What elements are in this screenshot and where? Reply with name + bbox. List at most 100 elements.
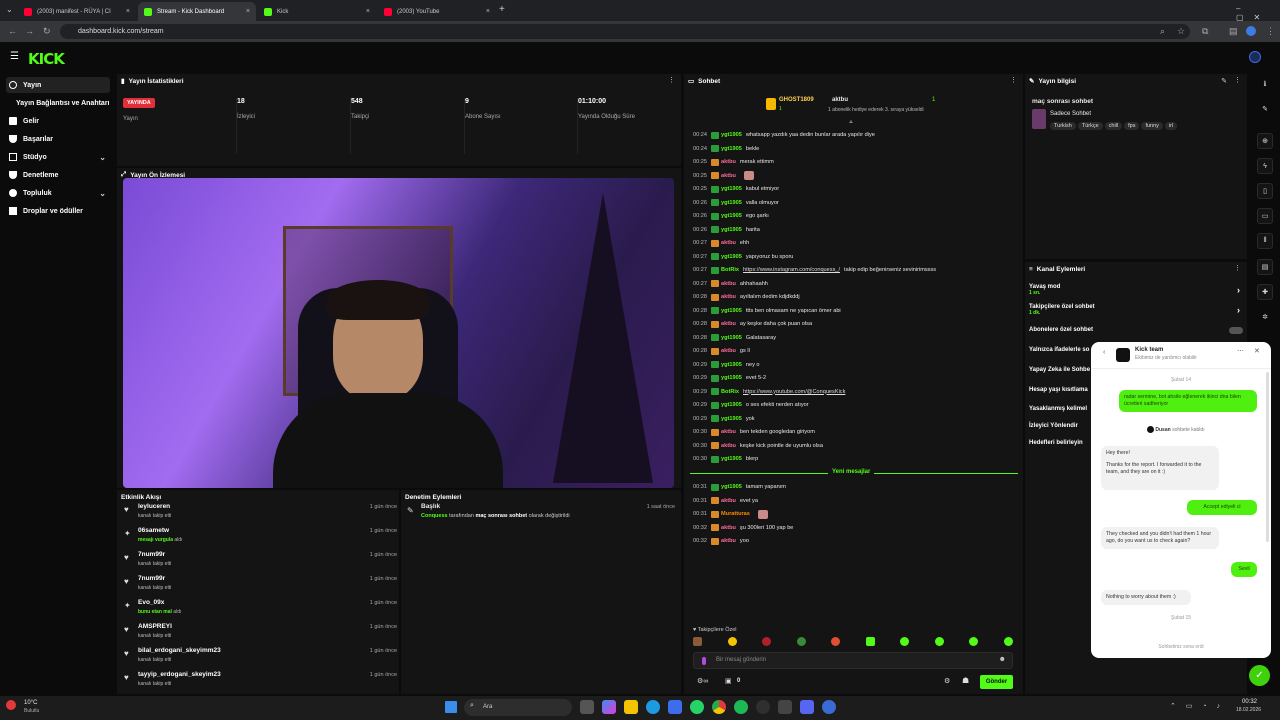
panel-menu-icon[interactable]: ⋮: [1010, 77, 1017, 84]
emote-icon[interactable]: [865, 637, 875, 646]
emote-icon[interactable]: [762, 637, 772, 646]
rail-tool-icon[interactable]: ▯: [1257, 183, 1273, 199]
info-icon[interactable]: ℹ: [1257, 76, 1273, 92]
chat-username[interactable]: aktbu: [721, 240, 736, 246]
emote-icon[interactable]: [900, 637, 910, 646]
send-button[interactable]: Gönder: [980, 675, 1013, 689]
emote-icon[interactable]: [831, 637, 841, 646]
chat-tools-icon[interactable]: ⚙∞: [697, 677, 708, 685]
category-name[interactable]: Sadece Sohbet: [1050, 111, 1091, 117]
rail-tool-icon[interactable]: ⊕: [1257, 133, 1273, 149]
discord-icon[interactable]: [800, 700, 814, 714]
sidepanel-icon[interactable]: ▤: [1229, 26, 1238, 37]
panel-menu-icon[interactable]: ⋮: [1234, 77, 1241, 84]
sidebar-item-basarilar[interactable]: Başarılar: [6, 131, 110, 147]
notification-avatar[interactable]: [1249, 51, 1261, 63]
chat-message-text[interactable]: https://www.instagram.com/conquess_/: [743, 267, 840, 273]
chat-message-text[interactable]: https://www.youtube.com/@ConquesKick: [743, 389, 845, 395]
window-controls[interactable]: –▢✕: [1236, 4, 1280, 22]
chat-username[interactable]: aktbu: [721, 294, 736, 300]
obs-icon[interactable]: [756, 700, 770, 714]
edge-icon[interactable]: [646, 700, 660, 714]
support-scrollbar[interactable]: [1266, 372, 1269, 542]
url-input[interactable]: dashboard.kick.com/stream: [60, 24, 1190, 39]
new-tab-button[interactable]: +: [499, 4, 505, 15]
chat-username[interactable]: aktbu: [721, 348, 736, 354]
support-close-icon[interactable]: ✕: [1254, 347, 1260, 355]
chat-username[interactable]: ygt1905: [721, 308, 742, 314]
back-icon[interactable]: ←: [8, 26, 17, 37]
forward-icon[interactable]: →: [25, 26, 34, 37]
chat-username[interactable]: ygt1905: [721, 186, 742, 192]
clock-time[interactable]: 00:32: [1242, 699, 1257, 705]
sidebar-item-topluluk[interactable]: Topluluk ⌄: [6, 185, 110, 201]
mod-tools-icon[interactable]: ☗: [962, 676, 969, 685]
chat-username[interactable]: ygt1905: [721, 402, 742, 408]
hamburger-menu-icon[interactable]: ☰: [10, 51, 19, 62]
browser-tab-active[interactable]: Stream - Kick Dashboard ×: [138, 2, 256, 21]
pen-icon[interactable]: ✎: [1257, 101, 1273, 117]
tray-icons[interactable]: ⌃ ▭ ◔ ♪: [1170, 702, 1224, 710]
chat-username[interactable]: ygt1905: [721, 456, 742, 462]
rail-tool-icon[interactable]: ▭: [1257, 208, 1273, 224]
action-followers-only[interactable]: Takipçilere özel sohbet 1 dk. ›: [1029, 304, 1244, 316]
browser-tab[interactable]: (2003) manifest - RÜYA | CI ×: [18, 2, 136, 21]
chat-username[interactable]: ygt1905: [721, 416, 742, 422]
emote-icon[interactable]: [969, 637, 979, 646]
bookmark-star-icon[interactable]: ☆: [1177, 26, 1185, 37]
chat-username[interactable]: aktbu: [721, 321, 736, 327]
panel-menu-icon[interactable]: ⋮: [668, 77, 675, 84]
app-icon[interactable]: [822, 700, 836, 714]
action-slow-mode[interactable]: Yavaş mod 1 sn. ›: [1029, 284, 1244, 296]
chat-username[interactable]: BotRix: [721, 389, 739, 395]
extensions-icon[interactable]: ⧉: [1202, 26, 1208, 37]
edit-icon[interactable]: ✎: [1221, 77, 1227, 85]
file-explorer-icon[interactable]: [624, 700, 638, 714]
taskview-icon[interactable]: [580, 700, 594, 714]
chat-username[interactable]: aktbu: [721, 429, 736, 435]
emote-icon[interactable]: [1003, 637, 1013, 646]
chat-username[interactable]: ygt1905: [721, 227, 742, 233]
rail-tool-icon[interactable]: ϟ: [1257, 158, 1273, 174]
chat-username[interactable]: aktbu: [721, 525, 736, 531]
chat-username[interactable]: BotRix: [721, 267, 739, 273]
action-subscribers-only[interactable]: Abonelere özel sohbet: [1029, 327, 1244, 334]
toggle-switch[interactable]: [1229, 327, 1243, 334]
chat-username[interactable]: aktbu: [721, 538, 736, 544]
sidebar-item-stream-key[interactable]: Yayın Bağlantısı ve Anahtarı: [6, 95, 110, 111]
chat-username[interactable]: ygt1905: [721, 146, 742, 152]
chat-username[interactable]: aktbu: [721, 498, 736, 504]
start-button[interactable]: [445, 701, 457, 713]
browser-tab[interactable]: Kick ×: [258, 2, 376, 21]
chat-username[interactable]: ygt1905: [721, 484, 742, 490]
chat-username[interactable]: ygt1905: [721, 200, 742, 206]
panel-menu-icon[interactable]: ⋮: [1234, 265, 1241, 272]
taskbar-search[interactable]: ⌕ Ara: [464, 699, 572, 716]
chat-input[interactable]: Bir mesaj gönderin ☻: [693, 652, 1013, 669]
rail-tool-icon[interactable]: ✲: [1257, 309, 1273, 325]
chat-username[interactable]: ygt1905: [721, 213, 742, 219]
reload-icon[interactable]: ↻: [43, 26, 51, 37]
chat-settings-icon[interactable]: ⚙: [944, 677, 950, 685]
tab-search-icon[interactable]: ⌄: [6, 5, 13, 14]
store-icon[interactable]: [668, 700, 682, 714]
rail-tool-icon[interactable]: ⦀: [1257, 233, 1273, 249]
chat-username[interactable]: ygt1905: [721, 254, 742, 260]
sidebar-item-yayin[interactable]: Yayın: [6, 77, 110, 93]
chat-username[interactable]: Muratturas: [721, 511, 750, 517]
chat-username[interactable]: ygt1905: [721, 362, 742, 368]
tab-close-icon[interactable]: ×: [486, 8, 490, 15]
profile-avatar[interactable]: [1246, 26, 1256, 36]
browser-tab[interactable]: (2003) YouTube ×: [378, 2, 496, 21]
chat-username[interactable]: ygt1905: [721, 335, 742, 341]
chat-username[interactable]: ygt1905: [721, 132, 742, 138]
chat-username[interactable]: aktbu: [721, 281, 736, 287]
chat-username[interactable]: ygt1905: [721, 375, 742, 381]
whatsapp-icon[interactable]: [690, 700, 704, 714]
chat-username[interactable]: aktbu: [721, 173, 736, 179]
sidebar-item-gelir[interactable]: Gelir: [6, 113, 110, 129]
emote-icon[interactable]: [934, 637, 944, 646]
tab-close-icon[interactable]: ×: [366, 8, 370, 15]
chat-username[interactable]: aktbu: [721, 159, 736, 165]
weather-temp[interactable]: 10°C: [24, 700, 37, 706]
